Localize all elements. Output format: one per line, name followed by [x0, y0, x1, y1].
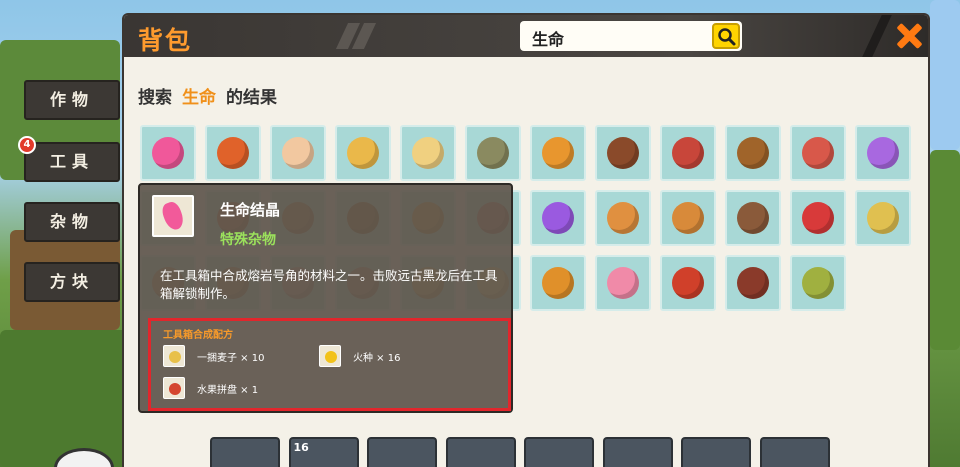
world-background — [0, 330, 130, 467]
life-crystal-icon[interactable] — [140, 125, 196, 181]
search-keyword: 生命 — [182, 88, 216, 108]
search-icon — [718, 28, 736, 46]
item-type: 特殊杂物 — [220, 232, 276, 248]
ham-slice-icon[interactable] — [595, 255, 651, 311]
red-drink-icon[interactable] — [790, 190, 846, 246]
green-melon-icon[interactable] — [790, 255, 846, 311]
purple-fruit-icon[interactable] — [530, 190, 586, 246]
tab-misc[interactable]: 杂物 — [24, 202, 120, 242]
tab-crops[interactable]: 作物 — [24, 80, 120, 120]
fruit-platter-icon — [163, 377, 185, 399]
crossbow-icon[interactable] — [210, 437, 280, 467]
wheat-bundle-icon — [163, 345, 185, 367]
fish-icon[interactable] — [465, 125, 521, 181]
sausage-icon[interactable] — [790, 125, 846, 181]
baguette-icon[interactable] — [595, 190, 651, 246]
stew-pot-icon[interactable] — [725, 190, 781, 246]
tab-blocks[interactable]: 方块 — [24, 262, 120, 302]
fries-icon[interactable] — [400, 125, 456, 181]
dice-block-icon[interactable] — [205, 125, 261, 181]
pie-icon[interactable] — [660, 190, 716, 246]
table-icon[interactable] — [445, 437, 516, 467]
bunny-ears-icon[interactable]: 16 — [288, 437, 359, 467]
world-background — [930, 150, 960, 350]
search-button[interactable] — [712, 23, 740, 49]
red-item-icon[interactable] — [759, 437, 830, 467]
cake-icon[interactable] — [270, 125, 326, 181]
panel-header: 背包 生命 — [124, 15, 928, 57]
close-button[interactable] — [890, 17, 928, 55]
purple-item-icon[interactable] — [524, 437, 594, 467]
search-input-value: 生命 — [532, 30, 565, 49]
wheat-bundle-icon[interactable] — [855, 190, 911, 246]
burger-icon[interactable] — [725, 125, 781, 181]
meat-bowl-icon[interactable] — [660, 125, 716, 181]
header-decoration — [334, 23, 377, 49]
soup-bowl-icon[interactable] — [725, 255, 781, 311]
roast-meat-icon[interactable] — [660, 255, 716, 311]
grilled-dish-icon[interactable] — [595, 125, 651, 181]
recipe-box: 工具箱合成配方 一捆麦子 × 10 火种 × 16 水果拼盘 × 1 — [148, 318, 511, 411]
life-crystal-icon — [152, 195, 194, 237]
waffle-icon[interactable] — [530, 125, 586, 181]
search-result-label: 搜索 生命 的结果 — [138, 88, 277, 108]
item-name: 生命结晶 — [220, 201, 281, 219]
blue-orb-icon[interactable] — [681, 437, 751, 467]
tab-tools[interactable]: 工具 — [24, 142, 120, 182]
panel-title: 背包 — [138, 26, 193, 55]
stack-count: 16 — [293, 441, 309, 454]
notification-badge: 4 — [18, 136, 36, 154]
blue-block-icon[interactable] — [367, 437, 437, 467]
world-background — [930, 0, 960, 150]
item-tooltip: 生命结晶 特殊杂物 在工具箱中合成熔岩号角的材料之一。击败远古黑龙后在工具箱解锁… — [138, 183, 513, 413]
recipe-title: 工具箱合成配方 — [163, 330, 233, 341]
purple-fruit-icon[interactable] — [855, 125, 911, 181]
egg-icon[interactable] — [602, 437, 673, 467]
search-input[interactable]: 生命 — [520, 21, 742, 51]
fire-seed-icon — [319, 345, 341, 367]
roast-chicken-icon[interactable] — [530, 255, 586, 311]
bread-bun-icon[interactable] — [335, 125, 391, 181]
item-description: 在工具箱中合成熔岩号角的材料之一。击败远古黑龙后在工具箱解锁制作。 — [160, 268, 498, 301]
header-divider — [862, 15, 892, 57]
